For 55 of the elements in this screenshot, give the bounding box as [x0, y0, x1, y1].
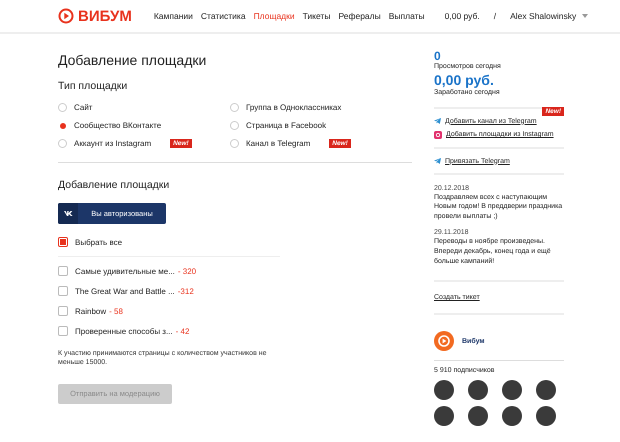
radio-label[interactable]: Сайт	[74, 103, 92, 112]
avatar[interactable]	[536, 406, 556, 426]
checkbox[interactable]	[58, 286, 68, 296]
logo-icon	[434, 331, 454, 352]
checkbox[interactable]	[58, 326, 68, 336]
stat-value: 0	[434, 50, 442, 63]
nav-tab[interactable]: Статистика	[200, 11, 246, 21]
section-heading: Тип площадки	[58, 80, 128, 92]
paper-plane-icon	[434, 118, 441, 124]
page-name[interactable]: Rainbow	[75, 306, 106, 316]
nav-tab[interactable]: Тикеты	[302, 11, 330, 21]
nav-tab[interactable]: Кампании	[154, 11, 193, 21]
nav-tab[interactable]: Площадки	[254, 11, 295, 21]
avatar[interactable]	[434, 406, 454, 426]
checkbox[interactable]	[58, 306, 68, 316]
page-title: Добавление площадки	[58, 52, 208, 68]
caret-icon	[582, 14, 588, 18]
paper-plane-icon	[434, 158, 441, 164]
avatar[interactable]	[502, 380, 522, 400]
user-menu[interactable]: Alex Shalowinsky	[510, 11, 588, 21]
member-count: - 320	[178, 266, 196, 276]
radio-label[interactable]: Страница в Facebook	[246, 121, 326, 130]
play-icon	[58, 8, 74, 24]
radio-button[interactable]	[230, 103, 239, 112]
camera-icon	[434, 130, 442, 139]
radio-button[interactable]	[58, 139, 67, 148]
page-name[interactable]: The Great War and Battle ...	[75, 286, 175, 296]
avatar[interactable]	[434, 380, 454, 400]
avatar[interactable]	[502, 406, 522, 426]
balance: 0,00 руб.	[444, 11, 480, 21]
nav-tab[interactable]: Рефералы	[338, 11, 381, 21]
section-heading: Добавление площадки	[58, 179, 170, 191]
radio-button[interactable]	[58, 103, 67, 112]
radio-label[interactable]: Аккаунт из Instagram	[74, 139, 152, 148]
member-count: - 42	[176, 326, 190, 336]
member-count: -312	[178, 286, 194, 296]
radio-label[interactable]: Канал в Telegram	[246, 139, 310, 148]
radio-button[interactable]	[230, 121, 239, 130]
page-name[interactable]: Проверенные способы з...	[75, 326, 173, 336]
member-count: - 58	[109, 306, 123, 316]
avatar[interactable]	[468, 380, 488, 400]
checkbox[interactable]	[58, 266, 68, 276]
radio-label[interactable]: Сообщество ВКонтакте	[74, 121, 162, 130]
nav-tab[interactable]: Выплаты	[388, 11, 425, 21]
logo[interactable]: ВИБУМ	[58, 8, 132, 24]
vk-icon	[64, 211, 72, 216]
checkbox-label[interactable]: Выбрать все	[75, 238, 122, 246]
radio-button[interactable]	[230, 139, 239, 148]
avatar[interactable]	[468, 406, 488, 426]
stat-value: 0,00 руб.	[434, 73, 495, 88]
page-name[interactable]: Самые удивительные ме...	[75, 266, 175, 276]
avatar[interactable]	[536, 380, 556, 400]
separator: /	[494, 11, 496, 21]
radio-label[interactable]: Группа в Одноклассниках	[246, 103, 342, 112]
checkbox[interactable]	[58, 237, 68, 247]
